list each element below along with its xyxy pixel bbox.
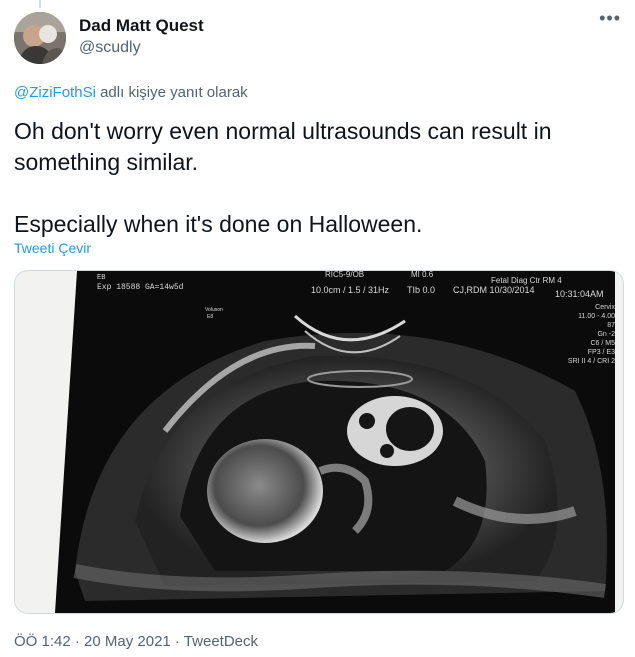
svg-text:EB: EB (97, 274, 105, 282)
svg-text:10.0cm / 1.5 / 31Hz: 10.0cm / 1.5 / 31Hz (311, 285, 390, 295)
author-name[interactable]: Dad Matt Quest (79, 16, 204, 36)
svg-text:Exp 18588 GA=14w5d: Exp 18588 GA=14w5d (97, 283, 184, 292)
svg-text:E8: E8 (207, 314, 213, 320)
svg-text:Voluson: Voluson (205, 307, 223, 313)
thread-line (39, 0, 41, 8)
translate-tweet-link[interactable]: Tweeti Çevir (14, 240, 91, 256)
svg-text:87: 87 (607, 322, 615, 329)
svg-text:MI 0.6: MI 0.6 (411, 271, 434, 279)
tweet-line-1: Oh don't worry even normal ultrasounds c… (14, 118, 552, 175)
svg-text:10:31:04AM: 10:31:04AM (555, 289, 604, 299)
svg-text:Fetal Diag Ctr RM 4: Fetal Diag Ctr RM 4 (491, 276, 562, 285)
svg-text:C6 / M5: C6 / M5 (590, 340, 615, 347)
author-handle[interactable]: @scudly (79, 39, 141, 57)
reply-mention-link[interactable]: @ZiziFothSi (14, 84, 96, 101)
avatar[interactable] (14, 12, 66, 64)
tweet-text: Oh don't worry even normal ultrasounds c… (14, 116, 624, 240)
ultrasound-image: EB Exp 18588 GA=14w5d RIC5-9/OB MI 0.6 F… (15, 271, 623, 613)
avatar-photo (14, 12, 66, 64)
svg-text:CJ,RDM 10/30/2014: CJ,RDM 10/30/2014 (453, 285, 535, 295)
svg-text:11.00 - 4.00: 11.00 - 4.00 (578, 313, 615, 320)
svg-text:RIC5-9/OB: RIC5-9/OB (325, 271, 364, 279)
more-horizontal-icon[interactable]: ••• (599, 8, 621, 29)
svg-text:Cervix: Cervix (595, 304, 615, 311)
svg-text:TIb 0.0: TIb 0.0 (407, 285, 435, 295)
tweet-line-2: Especially when it's done on Halloween. (14, 211, 423, 237)
reply-context: @ZiziFothSi adlı kişiye yanıt olarak (14, 84, 248, 101)
svg-text:FP3 / E3: FP3 / E3 (588, 349, 615, 356)
reply-suffix: adlı kişiye yanıt olarak (95, 84, 248, 101)
svg-text:Gn -2: Gn -2 (597, 331, 615, 338)
tweet-timestamp[interactable]: ÖÖ 1:42 · 20 May 2021 · TweetDeck (14, 633, 258, 650)
svg-text:SRI II 4 / CRI 2: SRI II 4 / CRI 2 (568, 358, 615, 365)
tweet-media-image[interactable]: EB Exp 18588 GA=14w5d RIC5-9/OB MI 0.6 F… (14, 270, 624, 614)
